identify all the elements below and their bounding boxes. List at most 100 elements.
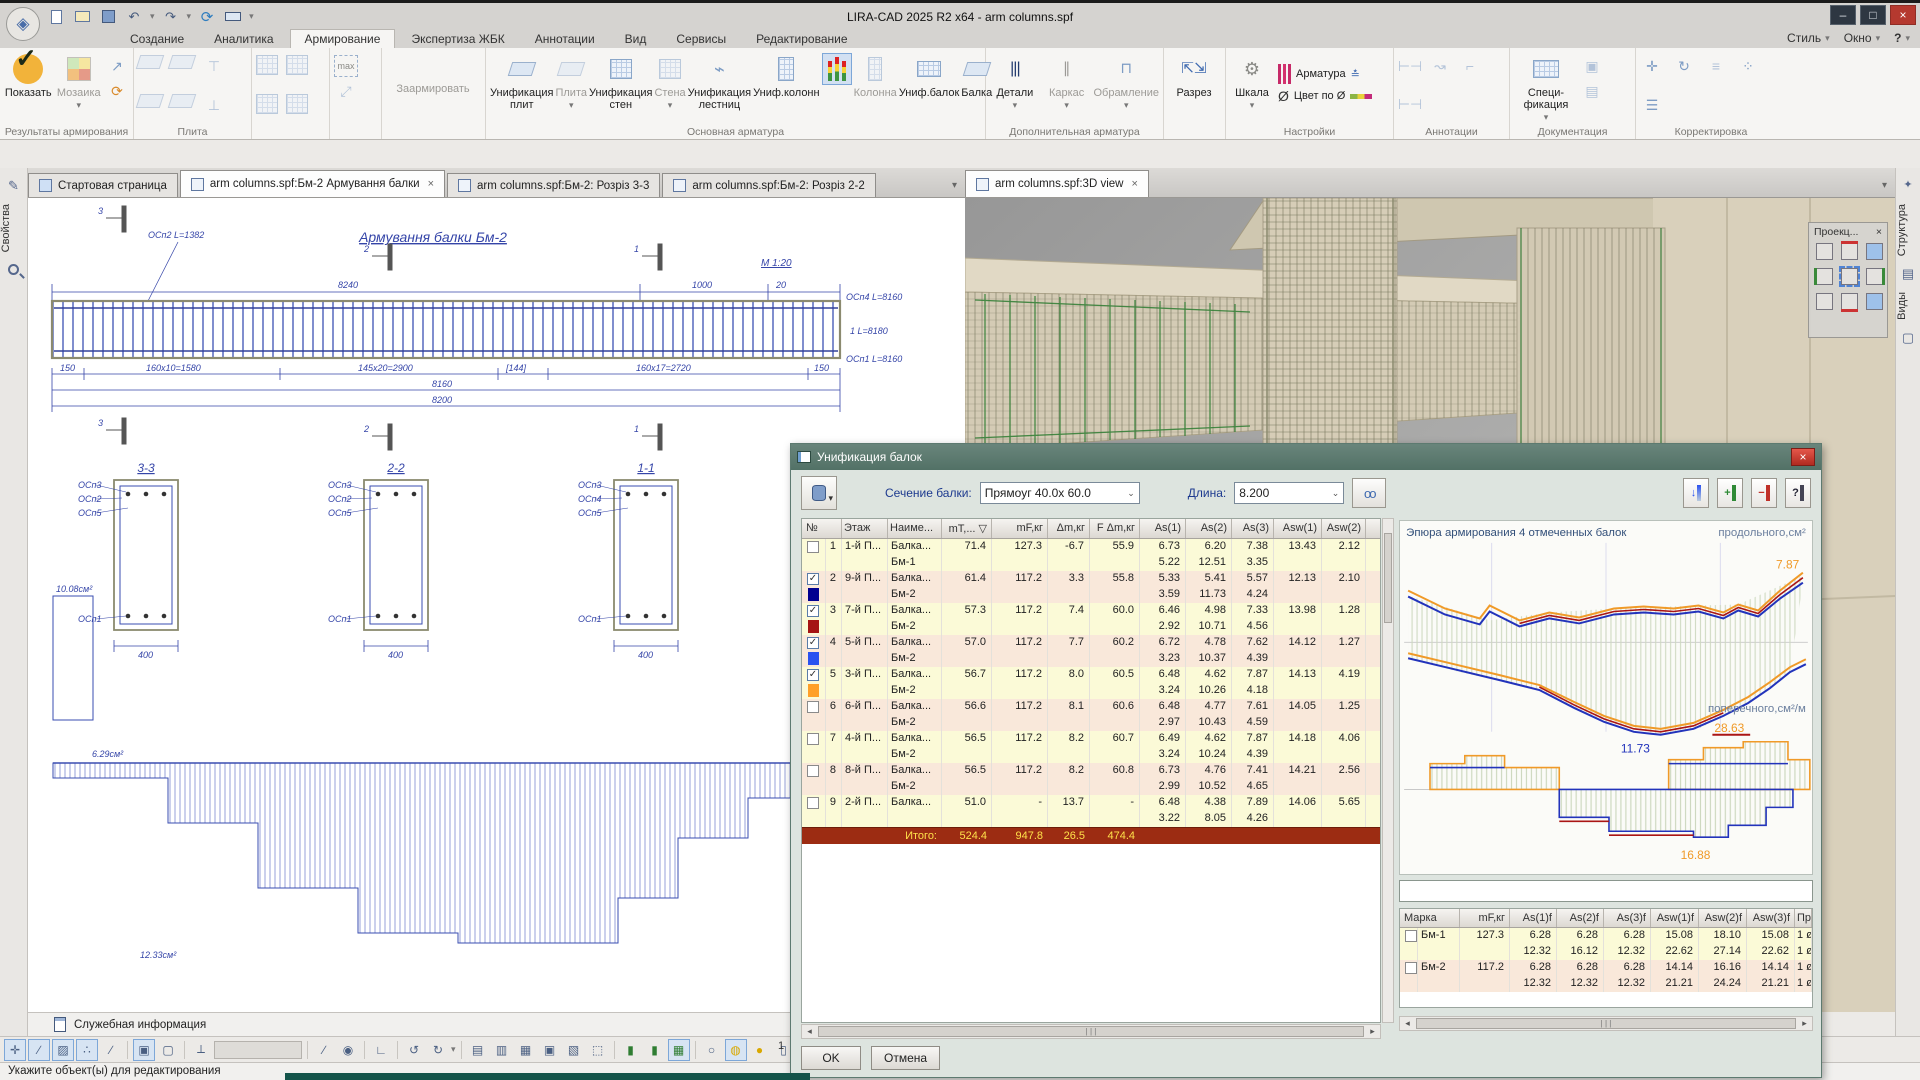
scroll-thumb[interactable]: | | | <box>1416 1018 1796 1029</box>
plate-t-icon[interactable]: ⊤ <box>202 55 226 77</box>
row-checkbox[interactable] <box>807 765 819 777</box>
view-wire-icon[interactable]: ▥ <box>491 1039 513 1061</box>
snap-points-icon[interactable]: ∴ <box>76 1039 98 1061</box>
proj-iso-icon[interactable] <box>1816 243 1833 260</box>
row-checkbox[interactable] <box>807 541 819 553</box>
column-header[interactable]: Asw(1)f <box>1651 909 1699 927</box>
move-node-icon[interactable]: ✛ <box>1640 55 1664 77</box>
redo-button[interactable]: ↷ <box>161 8 181 26</box>
specification-button[interactable]: Специ- фикация▾ <box>1514 51 1578 125</box>
snap-line-icon[interactable]: ∕ <box>28 1039 50 1061</box>
row-checkbox[interactable]: ✓ <box>807 637 819 649</box>
open-file-button[interactable] <box>72 8 92 26</box>
row-checkbox[interactable]: ✓ <box>807 573 819 585</box>
table-row[interactable]: ✓45-й П...Балка...57.0117.27.760.26.724.… <box>802 635 1380 667</box>
column-header[interactable]: As(3)f <box>1604 909 1651 927</box>
marks-table-row[interactable]: Бм-1127.36.286.286.2815.0818.1015.081 ø1… <box>1400 928 1812 960</box>
redo-dropdown[interactable]: ▾ <box>187 11 192 22</box>
plate-y-icon[interactable] <box>168 55 197 69</box>
minimize-button[interactable]: – <box>1830 5 1856 25</box>
unclamp-icon[interactable]: ▢ <box>157 1039 179 1061</box>
framing-button[interactable]: ⊓Обрамление▾ <box>1093 51 1159 125</box>
help-menu[interactable]: ?▾ <box>1894 31 1910 45</box>
rotate-copy-icon[interactable]: ↻ <box>1672 55 1696 77</box>
style-menu[interactable]: Стиль▾ <box>1787 31 1830 45</box>
view-settings-icon[interactable]: ▧ <box>563 1039 585 1061</box>
sync-button[interactable]: ⟳ <box>197 8 217 26</box>
section-combobox[interactable]: Прямоуг 40.0x 60.0⌄ <box>980 482 1140 504</box>
bulb-on-icon[interactable]: ● <box>749 1039 771 1061</box>
ribbon-tab[interactable]: Экспертиза ЖБК <box>397 30 518 48</box>
table-vscrollbar[interactable] <box>1382 518 1394 1023</box>
row-checkbox[interactable] <box>1405 962 1417 974</box>
wall-x-icon[interactable] <box>256 55 278 75</box>
unify-columns-button[interactable]: Униф.колонн <box>753 51 819 125</box>
max-values-button[interactable]: max <box>334 55 358 77</box>
table-row[interactable]: 92-й П...Балка...51.0-13.7-6.484.387.891… <box>802 795 1380 827</box>
resize-button[interactable]: ⤢ <box>334 80 358 102</box>
pencil-icon[interactable]: ✎ <box>6 178 22 194</box>
new-file-button[interactable] <box>46 8 66 26</box>
row-checkbox[interactable] <box>1405 930 1417 942</box>
add-mark-button[interactable]: + <box>1717 478 1743 508</box>
query-mark-button[interactable]: ? <box>1785 478 1811 508</box>
filter-button[interactable] <box>801 476 837 510</box>
table-row[interactable]: 11-й П...Балка...71.4127.3-6.755.96.736.… <box>802 539 1380 571</box>
proj-left-icon[interactable] <box>1816 268 1833 285</box>
clamp-icon[interactable]: ▣ <box>133 1039 155 1061</box>
cage-button[interactable]: ∥Каркас▾ <box>1042 51 1092 125</box>
close-tab-icon[interactable]: × <box>426 178 434 190</box>
table-row[interactable]: 88-й П...Балка...56.5117.28.260.86.734.7… <box>802 763 1380 795</box>
list-edit-icon[interactable]: ☰ <box>1640 94 1664 116</box>
ribbon-tab[interactable]: Армирование <box>290 29 396 48</box>
tab-overflow-icon[interactable]: ▾ <box>952 180 965 191</box>
column-header[interactable]: As(1)f <box>1510 909 1557 927</box>
column-header[interactable]: Asw(2)f <box>1699 909 1747 927</box>
table-row[interactable]: 66-й П...Балка...56.6117.28.160.66.484.7… <box>802 699 1380 731</box>
checkbox-cell[interactable]: ✓ <box>802 667 826 683</box>
scroll-left-icon[interactable]: ◂ <box>802 1026 817 1037</box>
view-hidden-icon[interactable]: ▦ <box>515 1039 537 1061</box>
section-cut-button[interactable]: ⇱⇲Разрез <box>1168 51 1220 125</box>
title-block-icon[interactable]: ▤ <box>1580 80 1604 102</box>
mosaic-button[interactable]: Мозаика▾ <box>55 51 104 125</box>
snap-intersection-icon[interactable]: ▨ <box>52 1039 74 1061</box>
unify-slabs-button[interactable]: Унификация плит <box>490 51 553 125</box>
show-on-model-button[interactable]: oo <box>1352 478 1386 508</box>
align-icon[interactable]: ≡ <box>1704 55 1728 77</box>
app-logo-icon[interactable]: ◈ <box>6 7 40 41</box>
views-tab[interactable]: Виды <box>1896 292 1920 320</box>
table-row[interactable]: 74-й П...Балка...56.5117.28.260.76.494.6… <box>802 731 1380 763</box>
save-button[interactable] <box>98 8 118 26</box>
rotate-x-icon[interactable]: ↺ <box>403 1039 425 1061</box>
checkbox-cell[interactable] <box>1400 928 1418 944</box>
proj-bottom-icon[interactable] <box>1841 293 1858 310</box>
unify-stairs-button[interactable]: ⌁Унификация лестниц <box>688 51 751 125</box>
ribbon-tab[interactable]: Аннотации <box>521 30 609 48</box>
table-row[interactable]: ✓29-й П...Балка...61.4117.23.355.85.335.… <box>802 571 1380 603</box>
checkbox-cell[interactable] <box>802 731 826 747</box>
tab-section-2-2[interactable]: arm columns.spf:Бм-2: Розріз 2-2 <box>662 173 875 197</box>
column-header[interactable]: As(3) <box>1232 519 1274 538</box>
column-header[interactable]: F Δm,кг <box>1090 519 1140 538</box>
checkbox-cell[interactable] <box>802 795 826 811</box>
rebar-view-3-icon[interactable]: ▦ <box>668 1039 690 1061</box>
ok-button[interactable]: OK <box>801 1046 861 1070</box>
tab-3d-view[interactable]: arm columns.spf:3D view× <box>965 170 1149 197</box>
camera-icon[interactable]: ✦ <box>1900 178 1916 194</box>
qat-more-dropdown[interactable]: ▾ <box>249 11 254 22</box>
view-box-icon[interactable]: ⬚ <box>587 1039 609 1061</box>
column-header[interactable]: Марка <box>1400 909 1460 927</box>
plate-y2-icon[interactable] <box>168 94 197 108</box>
proj-front-icon[interactable] <box>1866 243 1883 260</box>
column-header[interactable]: Asw(1) <box>1274 519 1322 538</box>
close-tab-icon[interactable]: × <box>1129 178 1137 190</box>
slab-button[interactable]: Плита▾ <box>555 51 587 125</box>
row-checkbox[interactable] <box>807 701 819 713</box>
tab-beam-drawing[interactable]: arm columns.spf:Бм-2 Армування балки× <box>180 170 445 197</box>
undo-button[interactable]: ↶ <box>124 8 144 26</box>
magnifier-icon[interactable] <box>8 264 19 275</box>
row-checkbox[interactable]: ✓ <box>807 669 819 681</box>
checkbox-cell[interactable] <box>1400 960 1418 976</box>
color-by-diameter-button[interactable]: ØЦвет по Ø <box>1278 88 1372 104</box>
